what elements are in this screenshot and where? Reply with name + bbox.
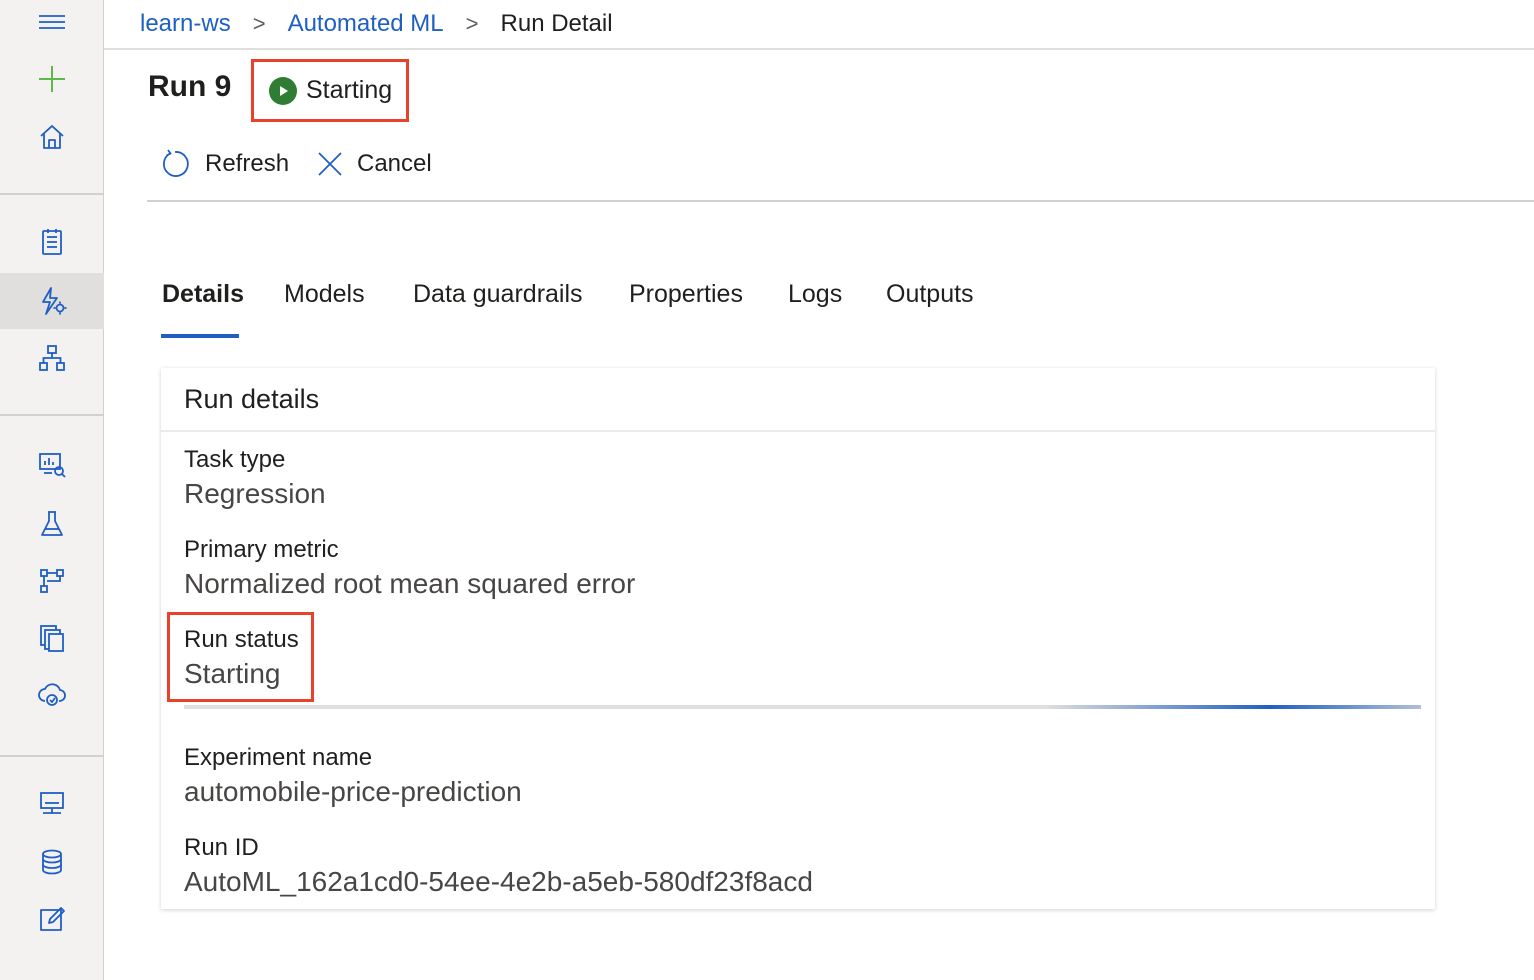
tab-properties[interactable]: Properties [629, 280, 743, 309]
breadcrumb-separator: > [252, 11, 266, 36]
command-bar: Refresh Cancel [147, 138, 1534, 202]
breadcrumb-separator: > [465, 11, 479, 36]
compute-icon[interactable] [0, 776, 104, 832]
run-id-value: AutoML_162a1cd0-54ee-4e2b-a5eb-580df23f8… [184, 866, 813, 897]
progress-indicator [184, 705, 1421, 709]
nav-divider [0, 755, 104, 757]
experiment-name-label: Experiment name [184, 744, 373, 771]
menu-icon[interactable] [0, 0, 104, 50]
breadcrumb: learn-ws > Automated ML > Run Detail [104, 0, 1534, 50]
run-status-value: Starting [184, 658, 281, 689]
status-text: Starting [306, 76, 393, 104]
primary-metric-label: Primary metric [184, 536, 339, 563]
datastores-icon[interactable] [0, 834, 104, 890]
labeling-icon[interactable] [0, 891, 104, 947]
tab-logs[interactable]: Logs [788, 280, 842, 309]
refresh-button[interactable]: Refresh [159, 142, 289, 186]
status-badge: Starting [251, 59, 409, 122]
left-nav-rail [0, 0, 104, 980]
tab-models[interactable]: Models [284, 280, 365, 309]
datasets-icon[interactable] [0, 437, 104, 493]
nav-divider [0, 414, 104, 416]
plus-icon[interactable] [0, 51, 104, 107]
tab-outputs[interactable]: Outputs [886, 280, 974, 309]
designer-icon[interactable] [0, 330, 104, 386]
models-icon[interactable] [0, 610, 104, 666]
endpoints-icon[interactable] [0, 667, 104, 723]
page-title: Run 9 [148, 70, 232, 103]
run-details-card: Run details Task type Regression Primary… [161, 368, 1435, 909]
task-type-label: Task type [184, 446, 286, 473]
notebook-icon[interactable] [0, 214, 104, 270]
breadcrumb-workspace-link[interactable]: learn-ws [140, 10, 231, 38]
run-status-label: Run status [184, 626, 299, 653]
task-type-value: Regression [184, 478, 326, 509]
close-icon [318, 152, 342, 176]
nav-divider [0, 193, 104, 195]
tab-data-guardrails[interactable]: Data guardrails [413, 280, 583, 309]
pipelines-icon[interactable] [0, 553, 104, 609]
cancel-label: Cancel [357, 150, 432, 177]
automl-icon[interactable] [0, 273, 104, 329]
refresh-label: Refresh [205, 150, 290, 177]
card-title: Run details [161, 368, 1435, 432]
refresh-icon [163, 149, 189, 177]
primary-metric-value: Normalized root mean squared error [184, 568, 636, 599]
breadcrumb-automl-link[interactable]: Automated ML [288, 10, 444, 38]
experiments-icon[interactable] [0, 496, 104, 552]
run-id-label: Run ID [184, 834, 259, 861]
breadcrumb-current: Run Detail [500, 10, 613, 37]
experiment-name-value: automobile-price-prediction [184, 776, 522, 807]
cancel-button[interactable]: Cancel [317, 142, 432, 186]
play-icon [269, 76, 297, 105]
progress-indicator-glow [1044, 705, 1421, 709]
home-icon[interactable] [0, 109, 104, 165]
tab-details[interactable]: Details [162, 280, 244, 309]
active-tab-indicator [161, 334, 239, 338]
